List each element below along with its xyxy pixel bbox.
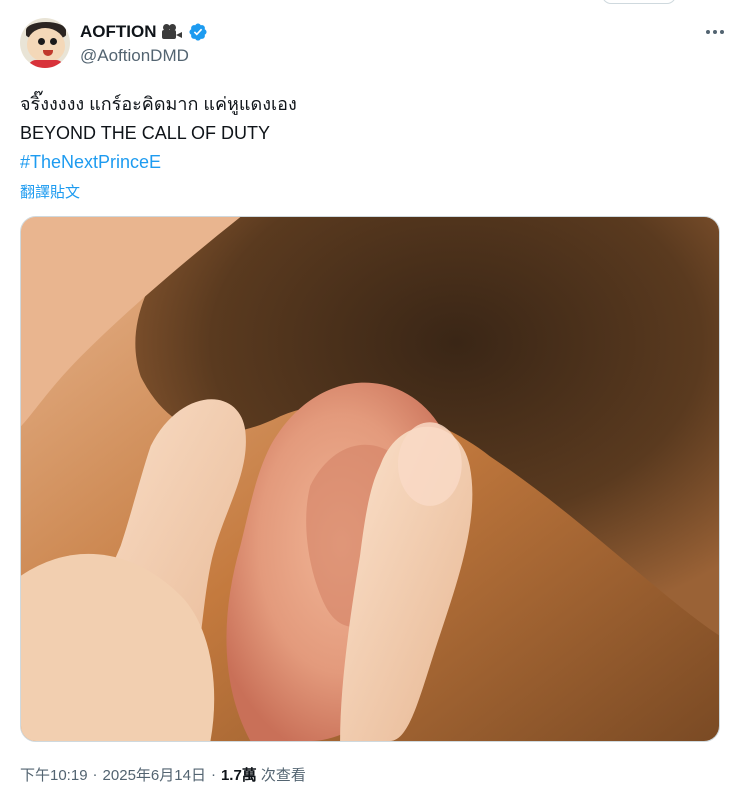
ear-photo-image xyxy=(21,217,719,741)
author-names: AOFTION @AoftionDMD xyxy=(80,18,208,66)
avatar[interactable] xyxy=(20,18,70,68)
tweet-text-line-2: BEYOND THE CALL OF DUTY xyxy=(20,123,271,143)
separator-dot-2: · xyxy=(210,766,216,783)
tweet-text: จริ๊งงงงง แกร์อะคิดมาก แค่หูแดงเอง BEYON… xyxy=(20,90,728,202)
tweet-text-line-1: จริ๊งงงงง แกร์อะคิดมาก แค่หูแดงเอง xyxy=(20,94,297,114)
user-handle[interactable]: @AoftionDMD xyxy=(80,46,208,66)
display-name[interactable]: AOFTION xyxy=(80,22,157,42)
top-partial-button[interactable] xyxy=(602,0,676,4)
views-label: 次查看 xyxy=(260,767,306,784)
tweet-header: AOFTION @AoftionDMD xyxy=(20,18,728,72)
translate-post-link[interactable]: 翻譯貼文 xyxy=(20,181,728,202)
tweet-time[interactable]: 下午10:19 xyxy=(20,764,88,785)
movie-camera-emoji-icon xyxy=(161,24,184,40)
views-count: 1.7萬 xyxy=(220,767,257,784)
hashtag-link[interactable]: #TheNextPrinceE xyxy=(20,152,161,172)
separator-dot-1: · xyxy=(92,766,98,783)
tweet-date[interactable]: 2025年6月14日 xyxy=(103,764,206,785)
tweet-metadata: 下午10:19 · 2025年6月14日 · 1.7萬 次查看 xyxy=(20,764,306,785)
more-dots-icon[interactable] xyxy=(702,22,728,42)
verified-badge-icon[interactable] xyxy=(188,22,208,42)
tweet-photo[interactable] xyxy=(20,216,720,742)
